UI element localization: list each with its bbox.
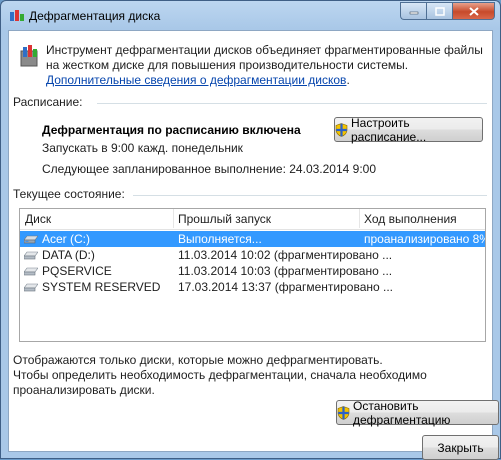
schedule-divider [97, 103, 487, 104]
column-header-progress[interactable]: Ход выполнения [364, 212, 457, 226]
minimize-icon [409, 11, 418, 15]
disk-list[interactable]: Диск Прошлый запуск Ход выполнения Acer … [19, 208, 486, 342]
disk-progress: проанализировано 8% [364, 232, 486, 246]
window-title: Дефрагментация диска [29, 9, 161, 23]
disk-row[interactable]: Acer (C:) Выполняется... проанализирован… [20, 231, 485, 247]
disk-last-run: 17.03.2014 13:37 (фрагментировано ... [178, 280, 393, 294]
shield-icon [335, 122, 348, 137]
disk-name: SYSTEM RESERVED [42, 280, 161, 294]
close-button-label: Закрыть [437, 440, 484, 455]
intro-text: Инструмент дефрагментации дисков объедин… [46, 43, 483, 87]
configure-schedule-button[interactable]: Настроить расписание... [334, 115, 483, 144]
hard-drive-icon [24, 251, 38, 260]
disk-name: Acer (C:) [42, 232, 90, 246]
close-icon [468, 6, 479, 16]
close-button[interactable]: Закрыть [422, 435, 499, 460]
maximize-button[interactable] [426, 2, 452, 20]
dialog-body: Инструмент дефрагментации дисков объедин… [8, 30, 499, 460]
disk-list-header: Диск Прошлый запуск Ход выполнения [20, 209, 485, 230]
column-separator[interactable] [359, 209, 360, 228]
column-header-last-run[interactable]: Прошлый запуск [178, 212, 271, 226]
shield-icon [337, 405, 350, 420]
disk-row[interactable]: SYSTEM RESERVED 17.03.2014 13:37 (фрагме… [20, 279, 485, 295]
column-separator[interactable] [173, 209, 174, 228]
footer-note-line1: Отображаются только диски, которые можно… [13, 353, 383, 367]
current-state-divider [133, 195, 487, 196]
defrag-icon [20, 45, 38, 67]
schedule-run-at: Запускать в 9:00 кажд. понедельник [42, 141, 243, 155]
disk-row[interactable]: PQSERVICE 11.03.2014 10:03 (фрагментиров… [20, 263, 485, 279]
column-header-disk[interactable]: Диск [25, 212, 51, 226]
schedule-label: Расписание: [13, 95, 83, 109]
title-bar[interactable]: Дефрагментация диска [1, 1, 500, 29]
defrag-window: Дефрагментация диска Инструмент дефрагме… [0, 0, 501, 460]
stop-defrag-button[interactable]: Остановить дефрагментацию [336, 398, 499, 427]
maximize-icon [434, 6, 445, 16]
disk-name: DATA (D:) [42, 248, 95, 262]
more-info-link[interactable]: Дополнительные сведения о дефрагментации… [46, 73, 346, 87]
minimize-button[interactable] [400, 2, 426, 20]
hard-drive-icon [24, 267, 38, 276]
current-state-label: Текущее состояние: [13, 187, 125, 201]
stop-defrag-label: Остановить дефрагментацию [353, 398, 451, 427]
close-window-button[interactable] [452, 2, 495, 20]
configure-schedule-label: Настроить расписание... [351, 115, 427, 144]
hard-drive-icon [24, 283, 38, 292]
disk-last-run: Выполняется... [178, 232, 262, 246]
disk-name: PQSERVICE [42, 264, 112, 278]
hard-drive-icon [24, 235, 38, 244]
disk-last-run: 11.03.2014 10:03 (фрагментировано ... [178, 264, 393, 278]
schedule-status: Дефрагментация по расписанию включена [42, 123, 301, 137]
disk-row[interactable]: DATA (D:) 11.03.2014 10:02 (фрагментиров… [20, 247, 485, 263]
schedule-next-run: Следующее запланированное выполнение: 24… [42, 162, 377, 176]
defrag-app-icon [10, 10, 24, 21]
disk-last-run: 11.03.2014 10:02 (фрагментировано ... [178, 248, 393, 262]
footer-note-line2: Чтобы определить необходимость дефрагмен… [13, 368, 427, 397]
